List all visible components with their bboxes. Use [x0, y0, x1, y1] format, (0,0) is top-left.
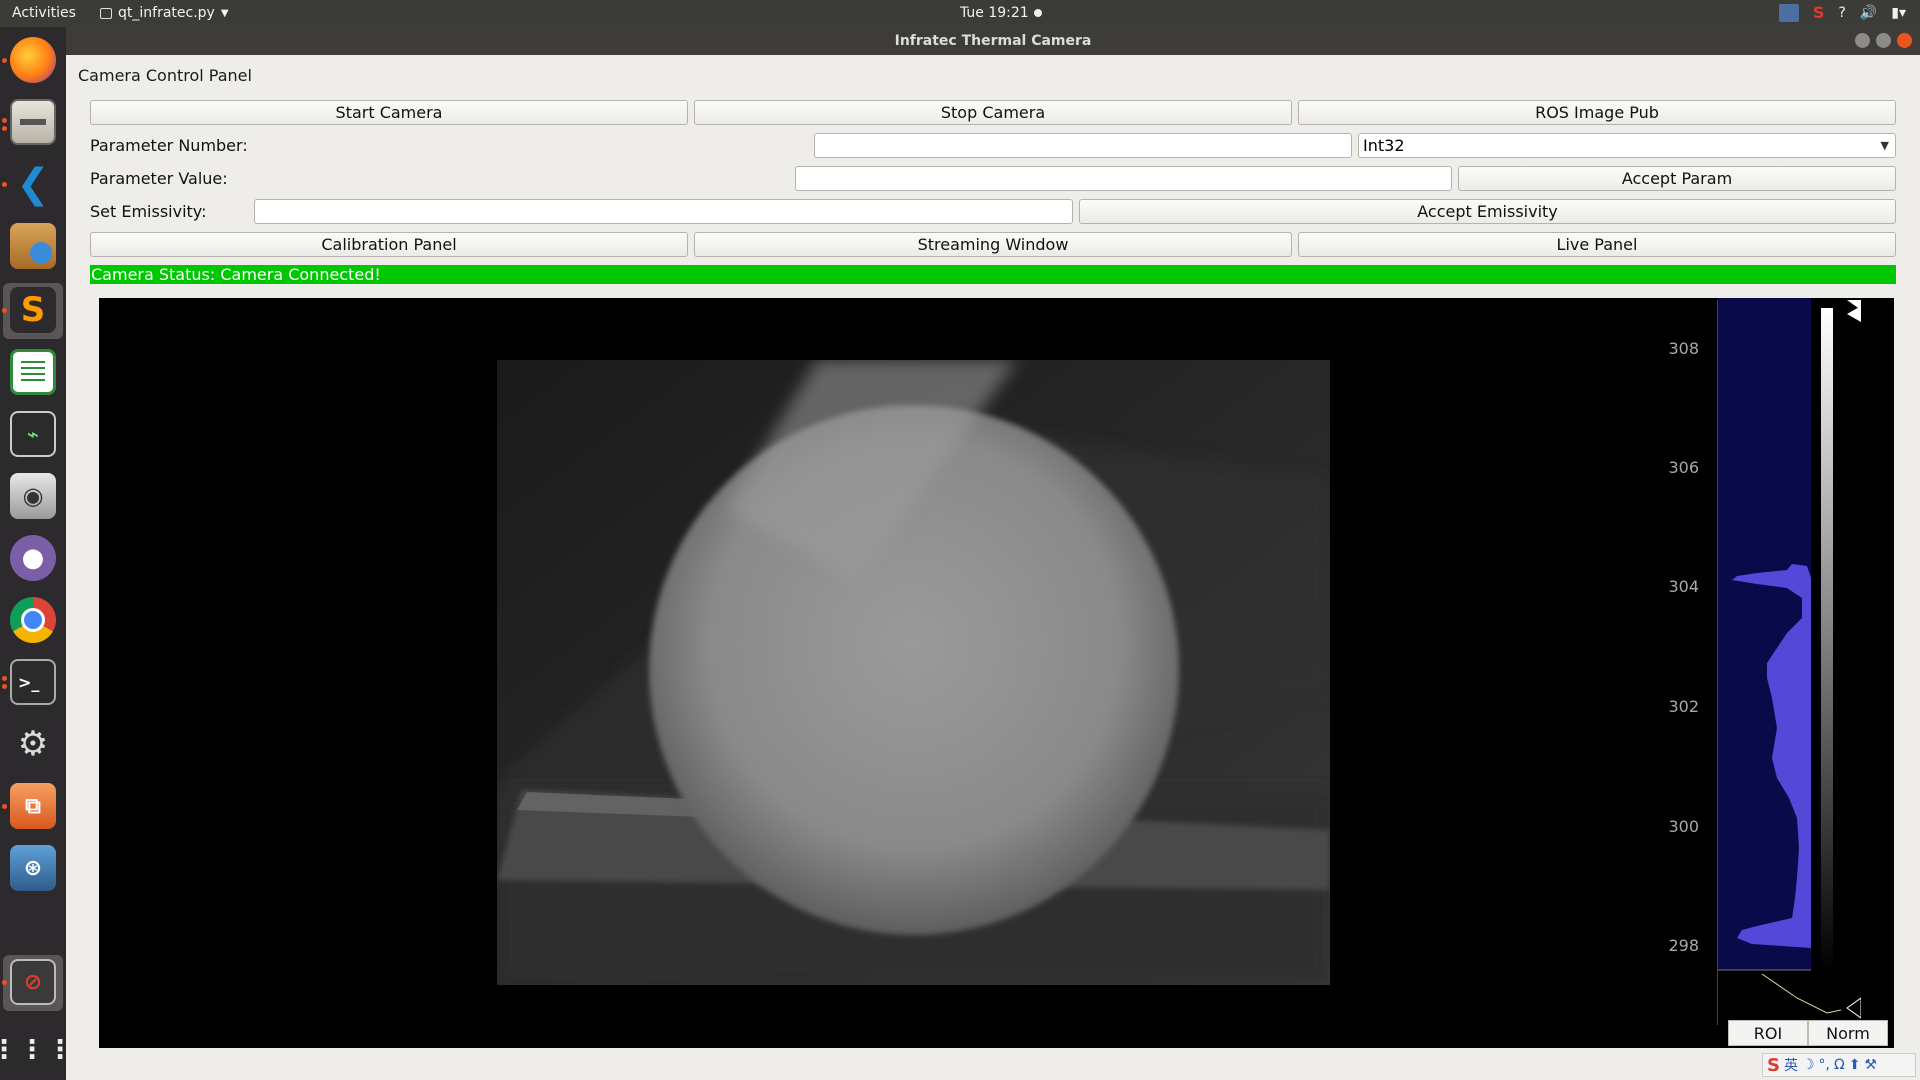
tick-label: 304	[1668, 577, 1699, 596]
tick-label: 306	[1668, 458, 1699, 477]
streaming-window-button[interactable]: Streaming Window	[694, 232, 1292, 257]
start-camera-button[interactable]: Start Camera	[90, 100, 688, 125]
software-center-icon[interactable]: ⧉	[10, 783, 56, 829]
system-monitor-icon[interactable]: ⌁	[10, 411, 56, 457]
terminal-icon[interactable]: >_	[10, 659, 56, 705]
tick-label: 308	[1668, 339, 1699, 358]
window-controls	[1855, 33, 1912, 48]
show-apps-icon[interactable]: ⋮⋮⋮	[0, 1027, 73, 1073]
notification-dot-icon	[1033, 9, 1042, 17]
moon-icon[interactable]: ☽	[1802, 1057, 1815, 1073]
chevron-down-icon: ▼	[220, 7, 229, 19]
top-bar: Activities qt_infratec.py ▼ Tue 19:21 S …	[0, 0, 1920, 27]
minimize-icon[interactable]	[1855, 33, 1870, 48]
histogram-panel	[1717, 298, 1861, 1025]
window-titlebar[interactable]: Infratec Thermal Camera	[66, 27, 1920, 55]
tick-label: 302	[1668, 697, 1699, 716]
system-tray: S ? 🔊 ▮▾	[1778, 3, 1906, 22]
chrome-icon[interactable]	[10, 597, 56, 643]
thermal-image-viewer[interactable]: 308 306 304 302 300 298 ROI Norm	[99, 298, 1894, 1048]
dock: ❮ S ⌁ ◉ ● >_ ⚙ ⧉ ⊛ ⊘ ⋮⋮⋮	[0, 27, 73, 1080]
shirt-icon[interactable]: ⬆	[1849, 1057, 1861, 1073]
app-menu[interactable]: qt_infratec.py ▼	[100, 5, 229, 21]
chevron-down-icon: ▼	[1880, 139, 1889, 152]
roi-button[interactable]: ROI	[1728, 1020, 1808, 1046]
help-icon[interactable]: ?	[1838, 5, 1845, 21]
omega-icon[interactable]: Ω	[1834, 1057, 1845, 1073]
camera-icon[interactable]: ◉	[10, 473, 56, 519]
panel-title: Camera Control Panel	[78, 66, 252, 85]
firefox-icon[interactable]	[10, 37, 56, 83]
archive-manager-icon[interactable]	[10, 223, 56, 269]
clock-label: Tue 19:21	[960, 5, 1029, 21]
screen-recorder-icon[interactable]: ⊛	[10, 845, 56, 891]
vscode-icon[interactable]: ❮	[10, 161, 56, 207]
github-icon[interactable]: ●	[10, 535, 56, 581]
files-icon[interactable]	[10, 99, 56, 145]
parameter-value-field[interactable]	[795, 166, 1452, 191]
live-panel-button[interactable]: Live Panel	[1298, 232, 1896, 257]
window-title: Infratec Thermal Camera	[894, 33, 1092, 49]
emissivity-label: Set Emissivity:	[90, 202, 207, 221]
stop-camera-button[interactable]: Stop Camera	[694, 100, 1292, 125]
volume-icon[interactable]: 🔊	[1860, 5, 1877, 21]
spreadsheet-icon[interactable]	[10, 349, 56, 395]
settings-tools-icon[interactable]: ⚙	[10, 721, 56, 767]
screen-icon[interactable]	[1778, 3, 1799, 22]
accept-param-button[interactable]: Accept Param	[1458, 166, 1896, 191]
battery-icon[interactable]: ▮▾	[1891, 5, 1906, 21]
tick-label: 298	[1668, 936, 1699, 955]
ros-image-pub-button[interactable]: ROS Image Pub	[1298, 100, 1896, 125]
accept-emissivity-button[interactable]: Accept Emissivity	[1079, 199, 1896, 224]
close-icon[interactable]	[1897, 33, 1912, 48]
parameter-number-label: Parameter Number:	[90, 136, 248, 155]
app-menu-label: qt_infratec.py	[118, 5, 215, 21]
sogou-icon[interactable]: S	[1767, 1055, 1780, 1076]
punctuation-icon[interactable]: °,	[1819, 1057, 1830, 1073]
parameter-type-value: Int32	[1363, 136, 1405, 155]
parameter-type-select[interactable]: Int32 ▼	[1358, 133, 1896, 158]
emissivity-field[interactable]	[254, 199, 1073, 224]
ime-toolbar[interactable]: S 英 ☽ °, Ω ⬆ ⚒	[1762, 1053, 1916, 1077]
wrench-icon[interactable]: ⚒	[1864, 1057, 1877, 1073]
parameter-value-label: Parameter Value:	[90, 169, 228, 188]
parameter-number-field[interactable]	[814, 133, 1352, 158]
tick-label: 300	[1668, 817, 1699, 836]
camera-status-bar: Camera Status: Camera Connected!	[90, 265, 1896, 284]
clock[interactable]: Tue 19:21	[960, 5, 1042, 21]
sublime-text-icon[interactable]: S	[10, 287, 56, 333]
ime-language-label[interactable]: 英	[1784, 1055, 1798, 1075]
norm-button[interactable]: Norm	[1808, 1020, 1888, 1046]
thermal-image	[497, 360, 1330, 985]
blocked-app-icon[interactable]: ⊘	[10, 959, 56, 1005]
calibration-panel-button[interactable]: Calibration Panel	[90, 232, 688, 257]
activities-button[interactable]: Activities	[12, 5, 76, 21]
window-icon	[100, 7, 112, 19]
maximize-icon[interactable]	[1876, 33, 1891, 48]
sogou-icon[interactable]: S	[1813, 3, 1825, 22]
